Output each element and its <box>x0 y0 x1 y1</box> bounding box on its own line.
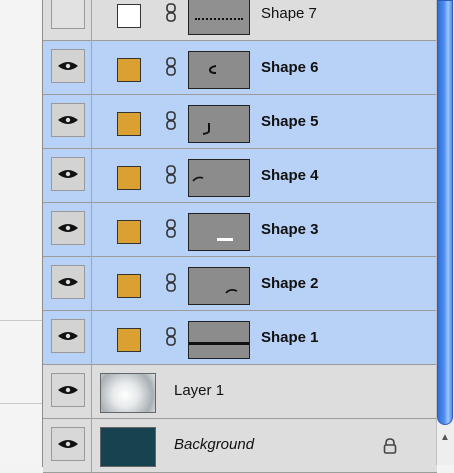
vector-mask-thumbnail[interactable] <box>188 105 250 143</box>
row-divider <box>91 203 92 257</box>
layer-row-shape-4[interactable]: Shape 4 <box>43 149 437 203</box>
fill-color-swatch[interactable] <box>117 112 141 136</box>
visibility-toggle[interactable] <box>51 211 85 245</box>
scroll-up-arrow-icon[interactable]: ▲ <box>436 428 454 446</box>
vector-mask-thumbnail[interactable] <box>188 51 250 89</box>
canvas-ruler-line <box>0 403 42 404</box>
eye-icon <box>58 278 78 286</box>
visibility-toggle[interactable] <box>51 0 85 29</box>
eye-icon <box>58 62 78 70</box>
vector-mask-thumbnail[interactable] <box>188 321 250 359</box>
link-chain-icon[interactable] <box>165 327 177 347</box>
lock-icon <box>383 438 397 454</box>
fill-color-swatch[interactable] <box>117 166 141 190</box>
shape-glyph <box>217 238 233 241</box>
visibility-toggle[interactable] <box>51 427 85 461</box>
row-divider <box>91 365 92 419</box>
layer-name[interactable]: Layer 1 <box>174 382 224 399</box>
vector-mask-thumbnail[interactable] <box>188 159 250 197</box>
visibility-toggle[interactable] <box>51 49 85 83</box>
layer-name[interactable]: Shape 4 <box>261 167 319 184</box>
layer-row-shape-6[interactable]: Shape 6 <box>43 41 437 95</box>
row-divider <box>91 95 92 149</box>
eye-icon <box>58 332 78 340</box>
layer-row-shape-5[interactable]: Shape 5 <box>43 95 437 149</box>
shape-glyph <box>202 123 210 135</box>
fill-color-swatch[interactable] <box>117 4 141 28</box>
layer-row-shape-1[interactable]: Shape 1 <box>43 311 437 365</box>
vector-mask-thumbnail[interactable] <box>188 267 250 305</box>
layer-name[interactable]: Shape 5 <box>261 113 319 130</box>
link-chain-icon[interactable] <box>165 219 177 239</box>
layer-thumbnail[interactable] <box>100 373 156 413</box>
layer-row-shape-3[interactable]: Shape 3 <box>43 203 437 257</box>
layer-row-layer-1[interactable]: Layer 1 <box>43 365 437 419</box>
visibility-toggle[interactable] <box>51 157 85 191</box>
layer-name[interactable]: Shape 2 <box>261 275 319 292</box>
row-divider <box>91 257 92 311</box>
fill-color-swatch[interactable] <box>117 58 141 82</box>
canvas-ruler-line <box>0 320 42 321</box>
link-chain-icon[interactable] <box>165 273 177 293</box>
layer-name[interactable]: Shape 6 <box>261 59 319 76</box>
shape-glyph <box>225 289 238 294</box>
layer-name[interactable]: Shape 7 <box>261 5 317 22</box>
eye-icon <box>58 224 78 232</box>
fill-color-swatch[interactable] <box>117 220 141 244</box>
visibility-toggle[interactable] <box>51 319 85 353</box>
vector-mask-thumbnail[interactable] <box>188 0 250 35</box>
row-divider <box>91 149 92 203</box>
eye-icon <box>58 440 78 448</box>
fill-color-swatch[interactable] <box>117 328 141 352</box>
left-canvas-edge <box>0 0 42 465</box>
visibility-toggle[interactable] <box>51 103 85 137</box>
layers-panel: Shape 7 Shape 6 Shape 5 Shape 4 Shape 3 … <box>42 0 437 473</box>
shape-glyph <box>208 65 217 74</box>
shape-glyph <box>192 176 204 182</box>
layer-thumbnail[interactable] <box>100 427 156 467</box>
eye-icon <box>58 116 78 124</box>
layer-row-shape-2[interactable]: Shape 2 <box>43 257 437 311</box>
eye-icon <box>58 170 78 178</box>
layer-row-shape-7[interactable]: Shape 7 <box>43 0 437 41</box>
vector-mask-thumbnail[interactable] <box>188 213 250 251</box>
layer-name[interactable]: Background <box>174 436 254 453</box>
layer-name[interactable]: Shape 3 <box>261 221 319 238</box>
shape-glyph <box>189 342 249 345</box>
link-chain-icon[interactable] <box>165 165 177 185</box>
scrollbar-thumb[interactable] <box>437 0 453 425</box>
link-chain-icon[interactable] <box>165 111 177 131</box>
fill-color-swatch[interactable] <box>117 274 141 298</box>
row-divider <box>91 41 92 95</box>
layer-name[interactable]: Shape 1 <box>261 329 319 346</box>
link-chain-icon[interactable] <box>165 57 177 77</box>
visibility-toggle[interactable] <box>51 265 85 299</box>
row-divider <box>91 311 92 365</box>
visibility-toggle[interactable] <box>51 373 85 407</box>
link-chain-icon[interactable] <box>165 3 177 23</box>
row-divider <box>91 0 92 41</box>
eye-icon <box>58 386 78 394</box>
